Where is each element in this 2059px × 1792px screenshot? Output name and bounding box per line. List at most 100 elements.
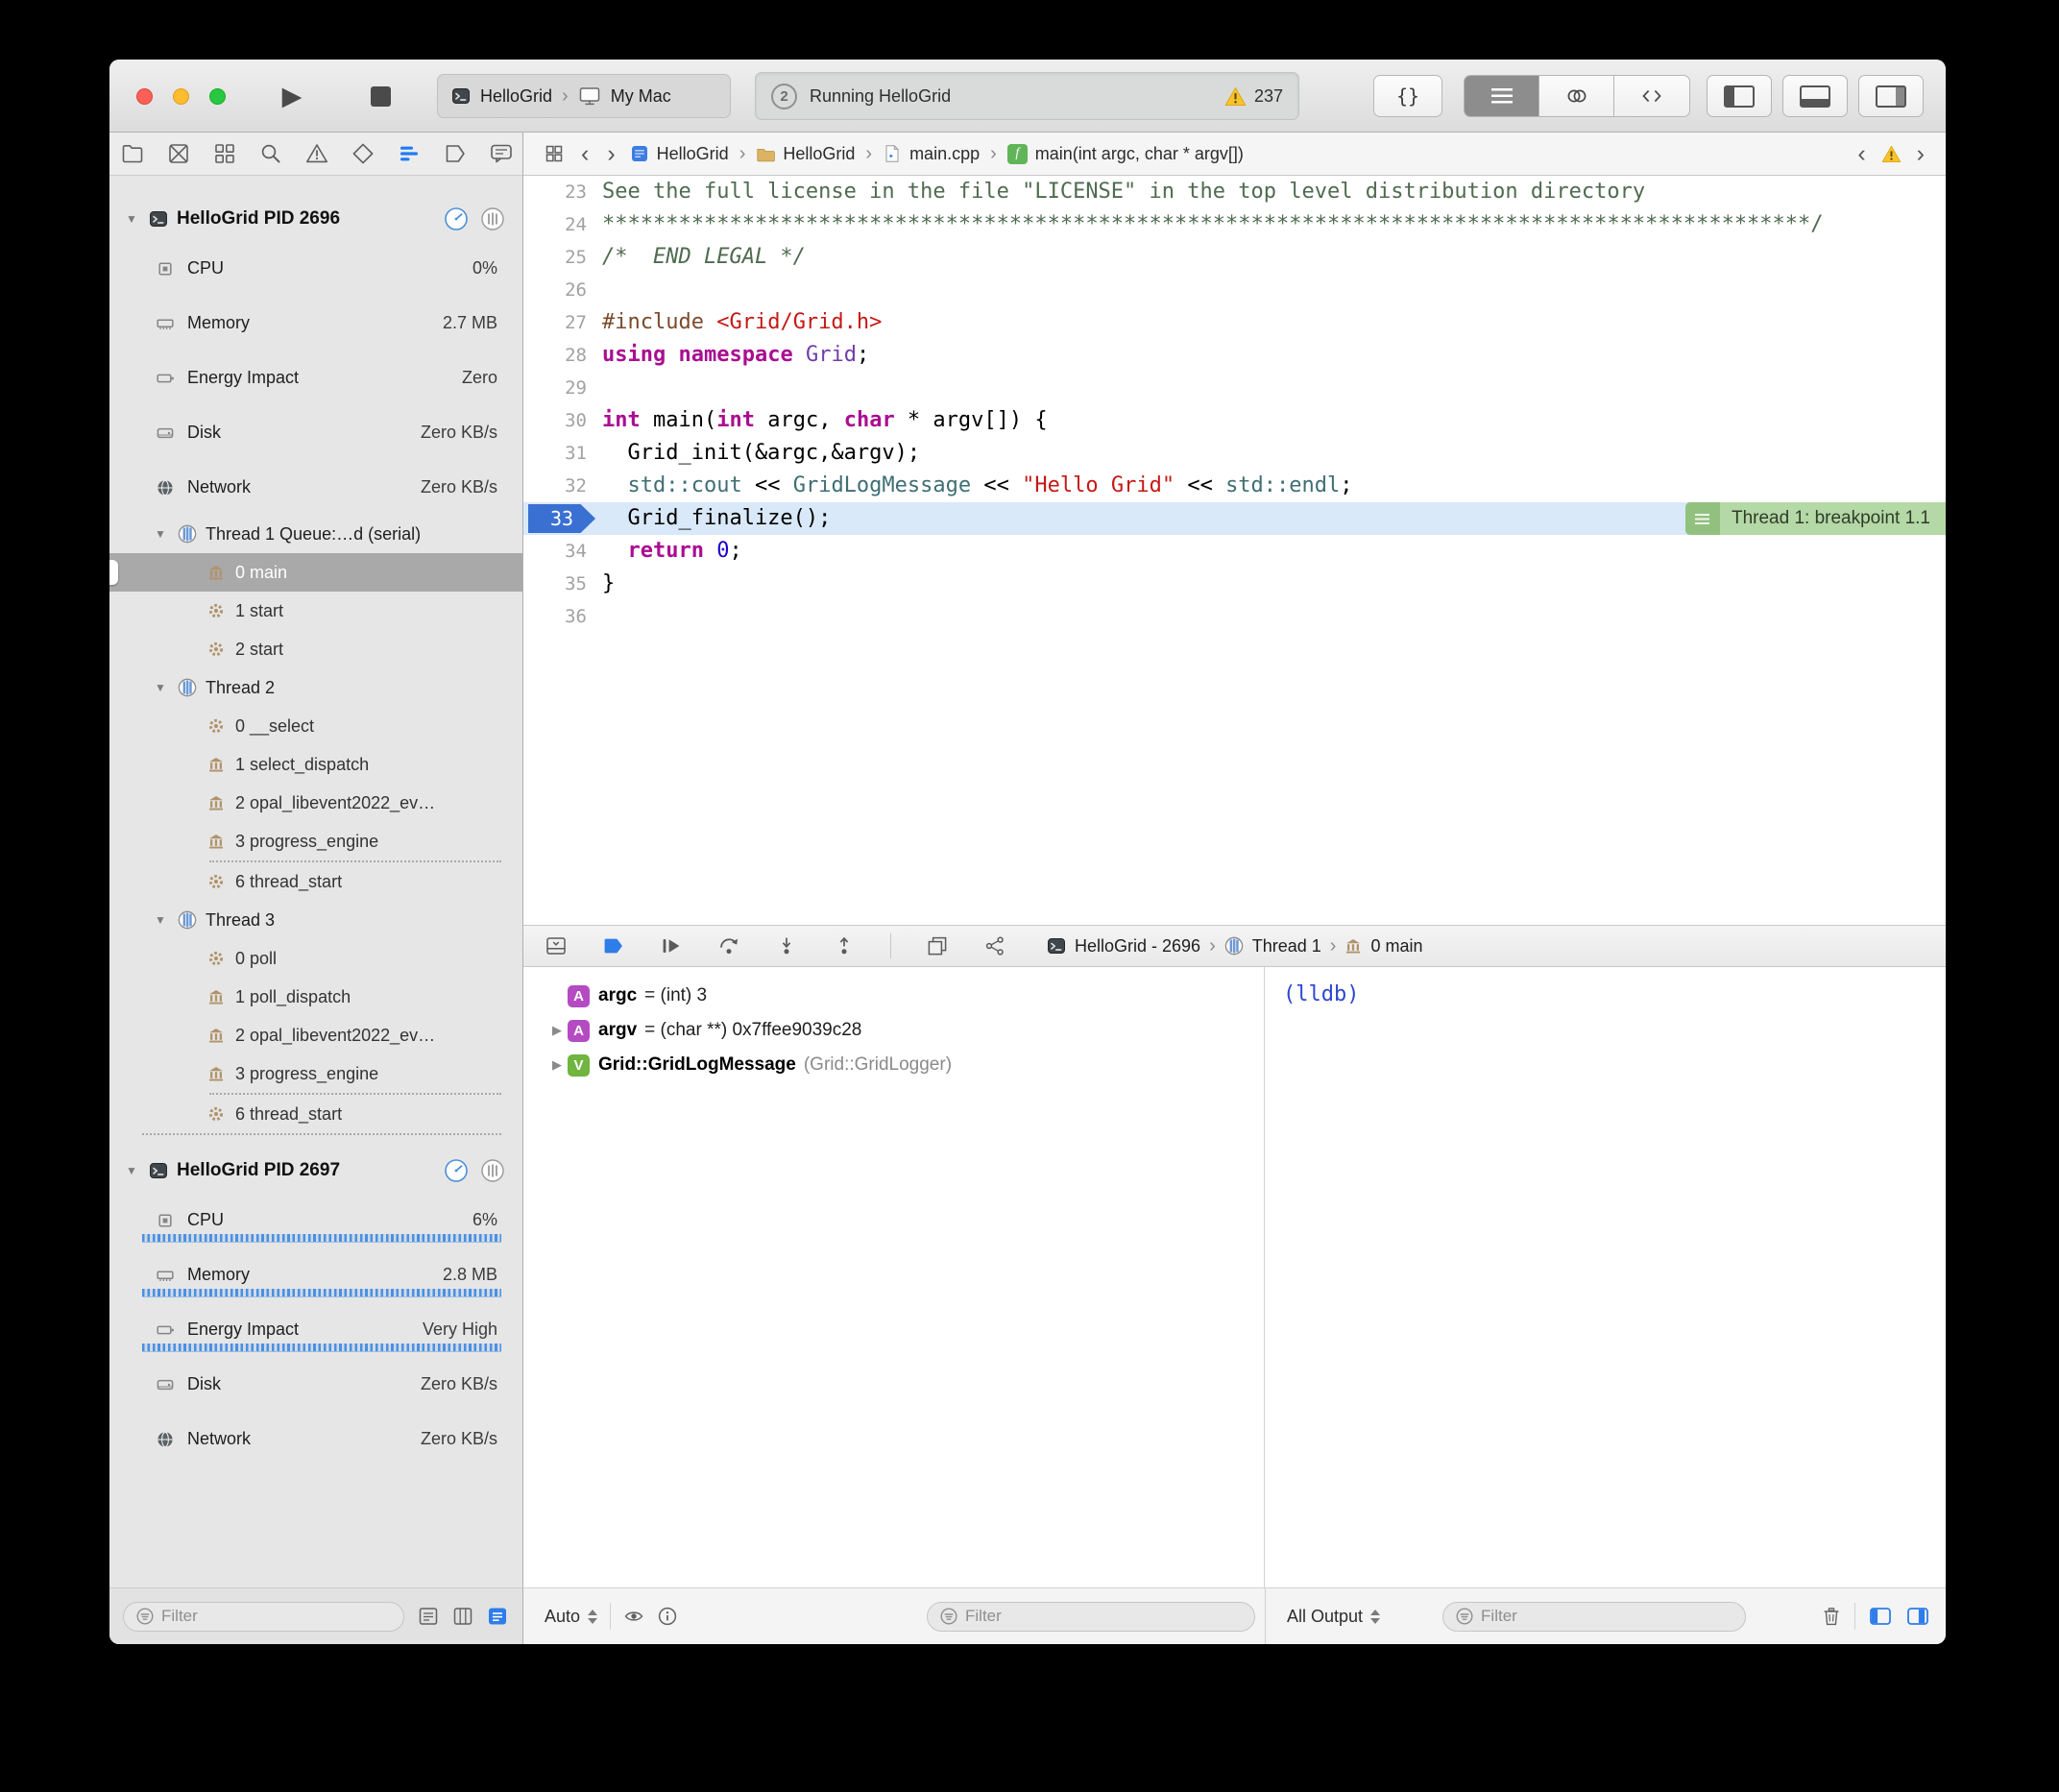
breadcrumb-file[interactable]: main.cpp: [883, 144, 980, 164]
metric-row-memory[interactable]: Memory 2.7 MB: [109, 296, 522, 351]
previous-issue-button[interactable]: ‹: [1853, 142, 1869, 166]
debug-navigator-tab[interactable]: [396, 141, 422, 167]
source-control-navigator-tab[interactable]: [165, 141, 191, 167]
stack-frame-row[interactable]: 1 start: [109, 592, 522, 630]
view-mode-icon[interactable]: [486, 1605, 509, 1628]
stack-frame-row[interactable]: 6 thread_start: [109, 1095, 522, 1133]
issue-navigator-tab[interactable]: [303, 141, 329, 167]
line-number[interactable]: 24: [523, 208, 602, 241]
thread-row[interactable]: Thread 1 Queue:…d (serial): [109, 515, 522, 553]
version-editor-button[interactable]: [1614, 76, 1689, 116]
show-variables-view-icon[interactable]: [1868, 1604, 1893, 1629]
breadcrumb-process[interactable]: HelloGrid - 2696: [1075, 936, 1200, 957]
line-number[interactable]: 33: [523, 502, 602, 535]
next-issue-button[interactable]: ›: [1913, 142, 1928, 166]
step-out-icon[interactable]: [833, 934, 856, 957]
process-row[interactable]: HelloGrid PID 2697: [109, 1149, 522, 1193]
gauge-button-icon[interactable]: [444, 1158, 469, 1183]
metric-row-network[interactable]: Network Zero KB/s: [109, 1412, 522, 1466]
step-over-icon[interactable]: [717, 934, 740, 957]
show-stack-columns-icon[interactable]: [451, 1605, 474, 1628]
disclosure-triangle-icon[interactable]: [123, 1164, 140, 1177]
stack-frame-row[interactable]: 6 thread_start: [109, 862, 522, 901]
breadcrumb-thread[interactable]: Thread 1: [1252, 936, 1321, 957]
source-editor[interactable]: 23See the full license in the file "LICE…: [523, 176, 1946, 925]
memory-graph-icon[interactable]: [983, 934, 1006, 957]
test-navigator-tab[interactable]: [350, 141, 375, 167]
navigator-filter-field[interactable]: [123, 1602, 404, 1632]
code-snippet-button[interactable]: {}: [1373, 75, 1442, 117]
warning-counter[interactable]: 237: [1224, 86, 1283, 107]
trash-icon[interactable]: [1821, 1606, 1842, 1627]
breakpoint-indicator[interactable]: 33: [528, 504, 595, 533]
line-number[interactable]: 34: [523, 535, 602, 568]
zoom-button[interactable]: [209, 88, 226, 105]
variable-row[interactable]: A argv = (char **) 0x7ffee9039c28: [523, 1013, 1264, 1048]
breadcrumb-project[interactable]: HelloGrid: [630, 144, 729, 164]
view-hierarchy-icon[interactable]: [926, 934, 949, 957]
line-number[interactable]: 36: [523, 600, 602, 633]
view-threads-button-icon[interactable]: [480, 1158, 505, 1183]
metric-row-disk[interactable]: Disk Zero KB/s: [109, 405, 522, 460]
stack-frame-row[interactable]: 2 opal_libevent2022_ev…: [109, 1016, 522, 1054]
hide-debug-area-icon[interactable]: [545, 934, 568, 957]
assistant-editor-button[interactable]: [1539, 76, 1614, 116]
variables-view[interactable]: A argc = (int) 3 A argv = (char **) 0x7f…: [523, 967, 1265, 1587]
gauge-button-icon[interactable]: [444, 206, 469, 231]
thread-row[interactable]: Thread 3: [109, 901, 522, 939]
metric-row-cpu[interactable]: CPU 6%: [109, 1193, 522, 1247]
related-items-button[interactable]: [541, 141, 567, 167]
thread-row[interactable]: Thread 2: [109, 668, 522, 707]
symbol-navigator-tab[interactable]: [211, 141, 237, 167]
forward-button[interactable]: ›: [603, 142, 618, 166]
line-number[interactable]: 25: [523, 241, 602, 274]
line-number[interactable]: 32: [523, 470, 602, 502]
stack-frame-row[interactable]: 0 poll: [109, 939, 522, 978]
line-number[interactable]: 27: [523, 306, 602, 339]
stack-frame-row-selected[interactable]: 0 main: [109, 553, 522, 592]
line-number[interactable]: 23: [523, 176, 602, 208]
console-filter-field[interactable]: [1442, 1602, 1746, 1632]
back-button[interactable]: ‹: [577, 142, 593, 166]
show-paused-only-icon[interactable]: [417, 1605, 440, 1628]
quick-look-eye-icon[interactable]: [623, 1606, 644, 1627]
run-button[interactable]: [269, 75, 315, 117]
disclosure-triangle-icon[interactable]: [123, 212, 140, 226]
stack-frame-row[interactable]: 1 select_dispatch: [109, 745, 522, 784]
stack-frame-row[interactable]: 3 progress_engine: [109, 822, 522, 860]
step-into-icon[interactable]: [775, 934, 798, 957]
variables-filter-field[interactable]: [927, 1602, 1255, 1632]
metric-row-disk[interactable]: Disk Zero KB/s: [109, 1357, 522, 1412]
breakpoint-navigator-tab[interactable]: [442, 141, 468, 167]
debug-console[interactable]: (lldb): [1266, 967, 1946, 1587]
variable-row[interactable]: V Grid::GridLogMessage (Grid::GridLogger…: [523, 1048, 1264, 1082]
stack-frame-row[interactable]: 3 progress_engine: [109, 1054, 522, 1093]
report-navigator-tab[interactable]: [488, 141, 514, 167]
line-number[interactable]: 35: [523, 568, 602, 600]
line-number[interactable]: 31: [523, 437, 602, 470]
close-button[interactable]: [136, 88, 153, 105]
disclosure-triangle-icon[interactable]: [546, 1023, 568, 1038]
disclosure-triangle-icon[interactable]: [152, 681, 169, 694]
project-navigator-tab[interactable]: [119, 141, 145, 167]
line-number[interactable]: 26: [523, 274, 602, 306]
scheme-selector[interactable]: HelloGrid My Mac: [437, 74, 731, 118]
variables-scope-selector[interactable]: Auto: [545, 1607, 597, 1627]
minimize-button[interactable]: [173, 88, 189, 105]
metric-row-energy[interactable]: Energy Impact Very High: [109, 1302, 522, 1357]
stack-frame-row[interactable]: 0 __select: [109, 707, 522, 745]
metric-row-memory[interactable]: Memory 2.8 MB: [109, 1247, 522, 1302]
find-navigator-tab[interactable]: [257, 141, 283, 167]
stack-frame-row[interactable]: 2 start: [109, 630, 522, 668]
breakpoints-toggle-icon[interactable]: [602, 934, 625, 957]
breadcrumb-symbol[interactable]: f main(int argc, char * argv[]): [1007, 144, 1244, 164]
metric-row-cpu[interactable]: CPU 0%: [109, 241, 522, 296]
toggle-navigator-button[interactable]: [1707, 75, 1772, 117]
view-threads-button-icon[interactable]: [480, 206, 505, 231]
breadcrumb-group[interactable]: HelloGrid: [756, 144, 855, 164]
disclosure-triangle-icon[interactable]: [152, 527, 169, 541]
line-number[interactable]: 30: [523, 404, 602, 437]
show-console-view-icon[interactable]: [1905, 1604, 1930, 1629]
stack-frame-row[interactable]: 2 opal_libevent2022_ev…: [109, 784, 522, 822]
info-icon[interactable]: [657, 1606, 678, 1627]
